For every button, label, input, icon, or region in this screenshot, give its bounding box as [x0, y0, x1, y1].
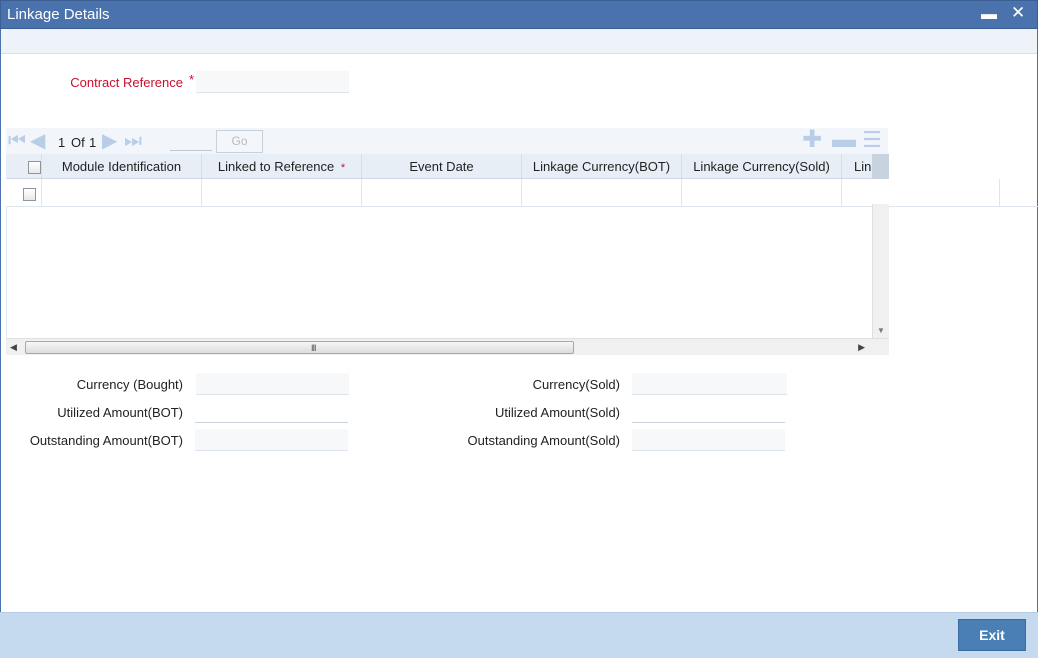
- header-band: [1, 29, 1037, 54]
- cell-linked-to-reference[interactable]: [202, 179, 362, 207]
- delete-row-icon[interactable]: ▬: [832, 128, 856, 152]
- outstanding-amount-sold-field[interactable]: [632, 429, 785, 451]
- go-button[interactable]: Go: [216, 130, 263, 153]
- contract-reference-label: Contract Reference: [40, 75, 183, 90]
- outstanding-amount-sold-label: Outstanding Amount(Sold): [467, 433, 620, 448]
- col-linkage-currency-sold[interactable]: Linkage Currency(Sold): [682, 154, 842, 178]
- utilized-amount-bot-label: Utilized Amount(BOT): [57, 405, 183, 420]
- current-page: 1: [58, 135, 66, 150]
- cell-linkage-currency-sold[interactable]: [682, 179, 842, 207]
- window-border-left: [0, 29, 1, 612]
- table-row[interactable]: [6, 179, 1038, 207]
- grid-header: Module Identification Linked to Referenc…: [6, 154, 872, 179]
- utilized-amount-bot-field[interactable]: [195, 401, 348, 423]
- close-icon[interactable]: ✕: [1011, 3, 1025, 23]
- required-mark: *: [189, 72, 195, 87]
- first-page-icon[interactable]: ⏮: [8, 131, 26, 151]
- row-checkbox[interactable]: [23, 188, 36, 201]
- scroll-thumb[interactable]: III: [25, 341, 574, 354]
- single-view-icon[interactable]: ☰: [862, 128, 882, 152]
- grid-body: [6, 207, 872, 338]
- total-pages: 1: [89, 135, 97, 150]
- select-all-cell: [6, 154, 42, 178]
- window-title: Linkage Details: [7, 6, 110, 23]
- page-number-input[interactable]: [170, 132, 212, 151]
- contract-reference-input[interactable]: [196, 71, 349, 93]
- col-linked-to-reference-label: Linked to Reference: [217, 159, 335, 174]
- cell-module-identification[interactable]: [42, 179, 202, 207]
- previous-page-icon[interactable]: ◀: [30, 131, 45, 151]
- scroll-left-icon[interactable]: ◀: [10, 342, 17, 353]
- col-linkage-currency-bot[interactable]: Linkage Currency(BOT): [522, 154, 682, 178]
- exit-button[interactable]: Exit: [958, 619, 1026, 651]
- outstanding-amount-bot-field[interactable]: [195, 429, 348, 451]
- scroll-grip: III: [311, 343, 316, 353]
- cell-col-6[interactable]: [842, 179, 1000, 207]
- last-page-icon[interactable]: ⏭: [124, 131, 142, 151]
- page-of-label: Of: [71, 135, 85, 150]
- row-select-cell: [6, 179, 42, 207]
- grid-toolbar: ⏮ ◀ 1 Of 1 ▶ ⏭ Go ✚ ▬ ☰: [6, 128, 888, 154]
- outstanding-amount-bot-label: Outstanding Amount(BOT): [29, 433, 183, 448]
- vertical-scrollbar[interactable]: ▼: [872, 204, 889, 338]
- col-module-identification[interactable]: Module Identification: [42, 154, 202, 178]
- utilized-amount-sold-label: Utilized Amount(Sold): [495, 405, 620, 420]
- currency-sold-field[interactable]: [632, 373, 787, 395]
- header-scroll-stub: [872, 154, 889, 179]
- select-all-checkbox[interactable]: [28, 161, 41, 174]
- currency-sold-label: Currency(Sold): [532, 377, 620, 392]
- currency-bought-field[interactable]: [196, 373, 349, 395]
- contract-reference-label-text: Contract Reference: [70, 75, 183, 90]
- horizontal-scrollbar[interactable]: ◀ III ▶: [6, 338, 889, 355]
- currency-bought-label: Currency (Bought): [76, 377, 183, 392]
- cell-linkage-currency-bot[interactable]: [522, 179, 682, 207]
- col-event-date[interactable]: Event Date: [362, 154, 522, 178]
- window-title-bar: Linkage Details ▬ ✕: [0, 0, 1038, 29]
- col-truncated[interactable]: Lin: [842, 154, 872, 178]
- footer-bar: Exit: [0, 612, 1038, 658]
- col-linked-to-reference[interactable]: Linked to Reference *: [202, 154, 362, 178]
- scroll-right-icon[interactable]: ▶: [858, 342, 865, 353]
- cell-event-date[interactable]: [362, 179, 522, 207]
- utilized-amount-sold-field[interactable]: [632, 401, 785, 423]
- add-row-icon[interactable]: ✚: [802, 128, 822, 152]
- scroll-down-icon[interactable]: ▼: [877, 326, 885, 335]
- minimize-icon[interactable]: ▬: [981, 5, 997, 25]
- required-mark: *: [340, 162, 346, 174]
- next-page-icon[interactable]: ▶: [102, 131, 117, 151]
